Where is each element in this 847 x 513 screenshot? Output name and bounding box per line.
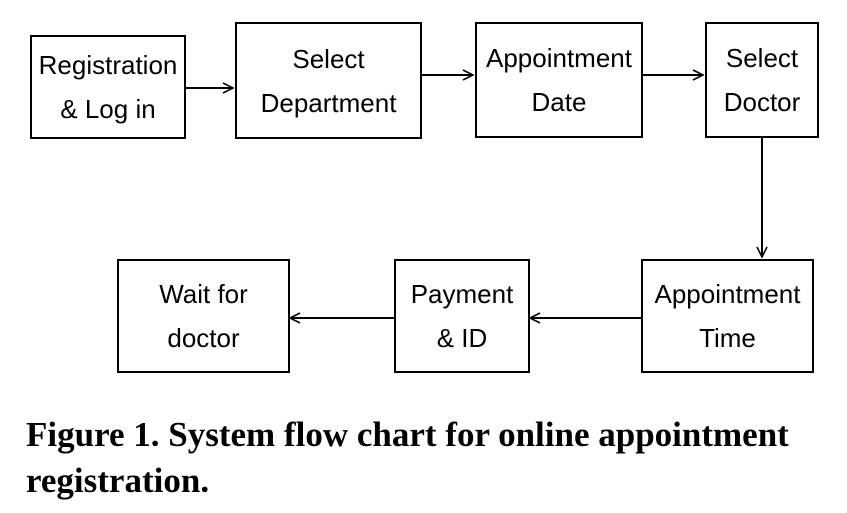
step-wait-for-doctor: Wait for doctor — [117, 259, 290, 373]
step-appointment-time: Appointment Time — [641, 259, 814, 373]
step-label: Appointment Date — [486, 43, 632, 117]
step-registration-login: Registration & Log in — [30, 35, 186, 139]
step-select-department: Select Department — [235, 22, 422, 139]
step-label: Payment & ID — [410, 279, 514, 353]
step-appointment-date: Appointment Date — [475, 22, 643, 138]
figure-caption: Figure 1. System flow chart for online a… — [26, 415, 789, 500]
flowchart: Registration & Log in Select Department … — [0, 0, 847, 400]
step-select-doctor: Select Doctor — [705, 22, 819, 138]
step-label: Appointment Time — [654, 279, 801, 353]
step-payment-id: Payment & ID — [394, 259, 530, 373]
step-label: Wait for doctor — [159, 279, 248, 353]
step-label: Select Department — [260, 43, 397, 118]
step-label: Select Doctor — [723, 43, 801, 117]
step-label: Registration & Log in — [38, 50, 178, 124]
